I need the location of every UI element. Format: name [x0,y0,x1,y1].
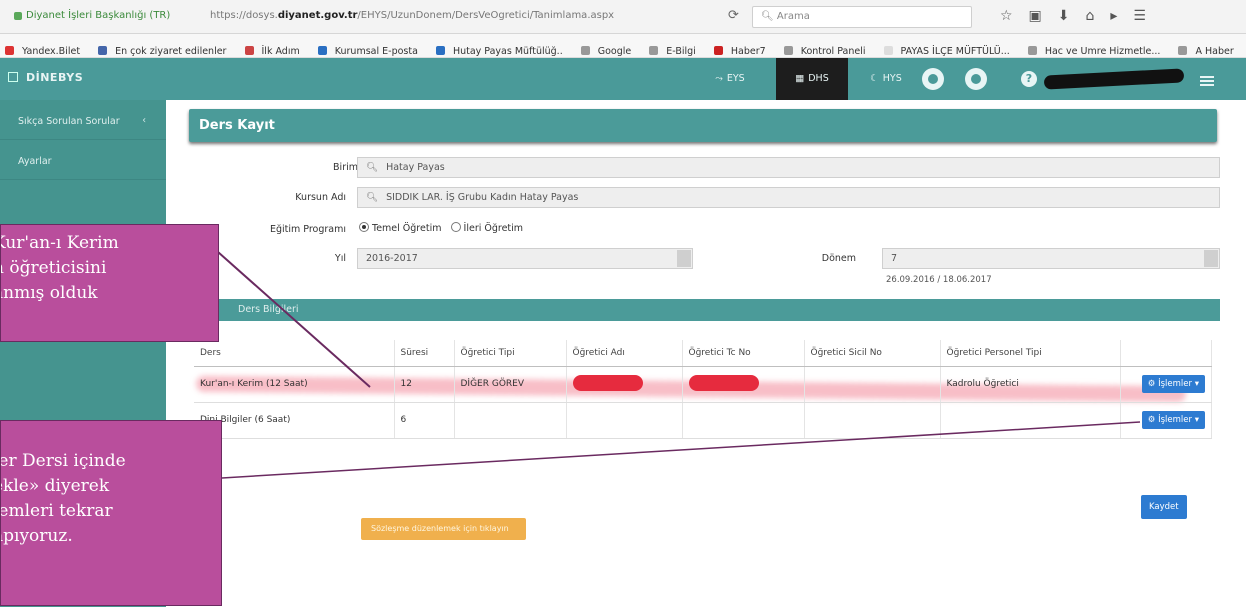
annotation-note-top: Kur'an-ı Kerim n öğreticisini anmış oldu… [0,224,219,342]
note-line: n öğreticisini [0,258,107,278]
note-line: Kur'an-ı Kerim [0,233,119,253]
pointer-line-bottom [221,421,1141,479]
note-line: apıyoruz. [0,526,73,546]
note-line: ekle» diyerek [0,476,110,496]
note-line: ler Dersi içinde [0,451,126,471]
annotation-note-bottom: ler Dersi içinde ekle» diyerek lemleri t… [0,420,222,606]
note-line: anmış olduk [0,283,98,303]
note-line: lemleri tekrar [0,501,113,521]
pointer-line-top [217,251,371,388]
screenshot-frame: Diyanet İşleri Başkanlığı (TR) https://d… [0,0,1246,607]
